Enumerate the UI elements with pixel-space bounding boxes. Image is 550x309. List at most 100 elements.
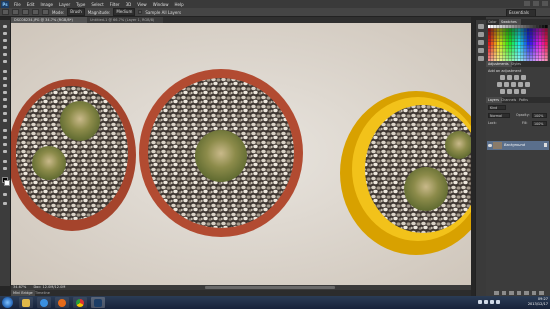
swatch-cell[interactable] bbox=[527, 45, 530, 49]
swatch-cell[interactable] bbox=[515, 38, 518, 42]
swatch-cell[interactable] bbox=[491, 48, 494, 52]
swatch-cell[interactable] bbox=[521, 55, 524, 59]
swatch-cell[interactable] bbox=[494, 35, 497, 39]
swatch-cell[interactable] bbox=[527, 55, 530, 59]
swatch-cell[interactable] bbox=[530, 31, 533, 35]
curves-icon[interactable] bbox=[514, 75, 519, 80]
menu-filter[interactable]: Filter bbox=[107, 2, 123, 7]
swatch-cell[interactable] bbox=[521, 28, 524, 32]
eyedropper-tool-icon[interactable] bbox=[2, 59, 8, 64]
swatch-cell[interactable] bbox=[524, 35, 527, 39]
swatch-cell[interactable] bbox=[539, 35, 542, 39]
swatch-cell[interactable] bbox=[530, 52, 533, 56]
swatch-cell[interactable] bbox=[518, 25, 521, 29]
horizontal-scrollbar[interactable] bbox=[205, 286, 335, 289]
layer-style-icon[interactable] bbox=[501, 291, 507, 295]
swatch-cell[interactable] bbox=[545, 55, 548, 59]
swatch-cell[interactable] bbox=[491, 35, 494, 39]
blend-mode-select[interactable]: Normal bbox=[488, 113, 510, 118]
swatch-cell[interactable] bbox=[539, 52, 542, 56]
swatch-cell[interactable] bbox=[488, 35, 491, 39]
swatch-cell[interactable] bbox=[488, 31, 491, 35]
gradient-tool-icon[interactable] bbox=[2, 104, 8, 109]
swatch-cell[interactable] bbox=[533, 45, 536, 49]
swatch-cell[interactable] bbox=[494, 38, 497, 42]
swatch-cell[interactable] bbox=[527, 38, 530, 42]
shape-tool-icon[interactable] bbox=[2, 149, 8, 154]
fill-field[interactable]: 100% bbox=[532, 121, 547, 126]
swatch-cell[interactable] bbox=[512, 28, 515, 32]
swatch-cell[interactable] bbox=[503, 45, 506, 49]
swatch-cell[interactable] bbox=[494, 31, 497, 35]
zoom-tool-icon[interactable] bbox=[2, 166, 8, 171]
swatch-cell[interactable] bbox=[539, 42, 542, 46]
swatch-cell[interactable] bbox=[497, 31, 500, 35]
swatch-cell[interactable] bbox=[545, 42, 548, 46]
swatch-cell[interactable] bbox=[524, 52, 527, 56]
zoom-readout[interactable]: 34.67% bbox=[13, 285, 26, 289]
swatch-cell[interactable] bbox=[545, 38, 548, 42]
swatch-cell[interactable] bbox=[527, 28, 530, 32]
swatch-cell[interactable] bbox=[515, 48, 518, 52]
swatch-cell[interactable] bbox=[545, 31, 548, 35]
swatch-cell[interactable] bbox=[542, 35, 545, 39]
swatch-cell[interactable] bbox=[521, 52, 524, 56]
explorer-icon[interactable] bbox=[19, 297, 33, 308]
swatch-cell[interactable] bbox=[497, 25, 500, 29]
swatch-cell[interactable] bbox=[521, 42, 524, 46]
firefox-icon[interactable] bbox=[55, 297, 69, 308]
info-icon[interactable] bbox=[478, 56, 484, 61]
swatch-cell[interactable] bbox=[542, 28, 545, 32]
threshold-icon[interactable] bbox=[514, 89, 519, 94]
swatch-cell[interactable] bbox=[545, 48, 548, 52]
character-icon[interactable] bbox=[478, 40, 484, 45]
swatch-cell[interactable] bbox=[515, 42, 518, 46]
swatch-cell[interactable] bbox=[494, 55, 497, 59]
swatch-cell[interactable] bbox=[530, 28, 533, 32]
swatch-cell[interactable] bbox=[491, 45, 494, 49]
lasso-tool-icon[interactable] bbox=[2, 38, 8, 43]
menu-layer[interactable]: Layer bbox=[56, 2, 73, 7]
new-selection-icon[interactable] bbox=[12, 9, 19, 15]
quick-mask-icon[interactable] bbox=[2, 192, 8, 197]
swatch-cell[interactable] bbox=[497, 45, 500, 49]
swatch-cell[interactable] bbox=[542, 42, 545, 46]
swatch-cell[interactable] bbox=[521, 35, 524, 39]
swatch-cell[interactable] bbox=[515, 45, 518, 49]
swatch-cell[interactable] bbox=[515, 25, 518, 29]
properties-icon[interactable] bbox=[478, 32, 484, 37]
add-mask-icon[interactable] bbox=[509, 291, 514, 295]
swatch-cell[interactable] bbox=[545, 45, 548, 49]
swatch-cell[interactable] bbox=[518, 45, 521, 49]
swatch-cell[interactable] bbox=[542, 45, 545, 49]
swatch-cell[interactable] bbox=[518, 52, 521, 56]
swatch-cell[interactable] bbox=[524, 42, 527, 46]
swatch-cell[interactable] bbox=[500, 28, 503, 32]
swatch-cell[interactable] bbox=[512, 25, 515, 29]
swatch-cell[interactable] bbox=[524, 25, 527, 29]
swatch-cell[interactable] bbox=[503, 52, 506, 56]
swatch-cell[interactable] bbox=[518, 48, 521, 52]
swatch-cell[interactable] bbox=[512, 31, 515, 35]
visibility-eye-icon[interactable] bbox=[488, 144, 492, 147]
swatch-cell[interactable] bbox=[506, 42, 509, 46]
minimize-icon[interactable] bbox=[524, 1, 530, 6]
swatch-cell[interactable] bbox=[542, 48, 545, 52]
clone-stamp-tool-icon[interactable] bbox=[2, 83, 8, 88]
layer-filter-kind[interactable]: Kind bbox=[488, 105, 506, 110]
new-group-icon[interactable] bbox=[524, 291, 529, 295]
swatch-cell[interactable] bbox=[524, 45, 527, 49]
swatch-cell[interactable] bbox=[527, 31, 530, 35]
swatch-cell[interactable] bbox=[512, 38, 515, 42]
magnitude-select[interactable]: Medium bbox=[113, 8, 136, 16]
tool-preset-icon[interactable] bbox=[2, 9, 9, 15]
swatch-cell[interactable] bbox=[533, 25, 536, 29]
swatch-cell[interactable] bbox=[512, 48, 515, 52]
swatch-cell[interactable] bbox=[491, 38, 494, 42]
dodge-tool-icon[interactable] bbox=[2, 118, 8, 123]
swatch-cell[interactable] bbox=[494, 28, 497, 32]
opacity-field[interactable]: 100% bbox=[532, 113, 547, 118]
swatch-cell[interactable] bbox=[506, 52, 509, 56]
ie-icon[interactable] bbox=[37, 297, 51, 308]
swatch-cell[interactable] bbox=[500, 31, 503, 35]
